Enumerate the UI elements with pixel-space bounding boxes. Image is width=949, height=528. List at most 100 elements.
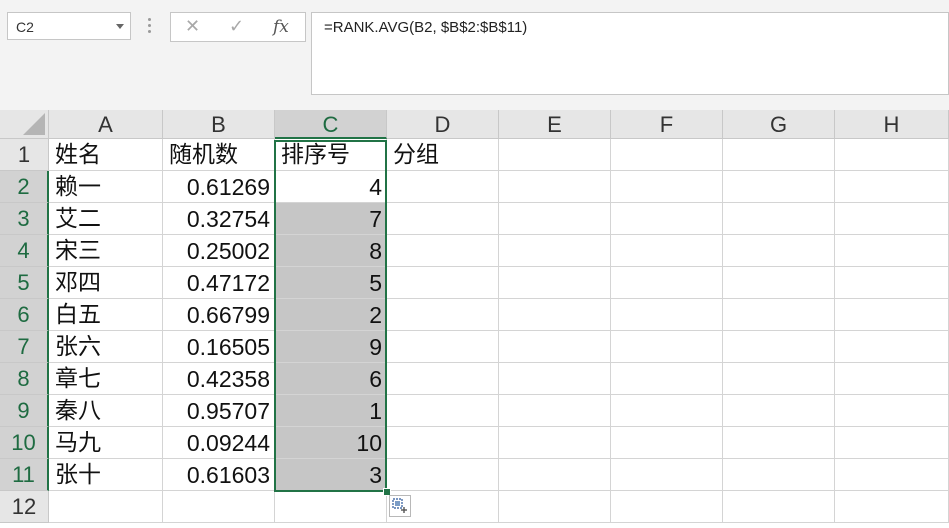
empty-cell[interactable] [163,491,275,523]
table-row-name[interactable]: 邓四 [49,267,163,299]
empty-cell[interactable] [499,203,611,235]
empty-cell[interactable] [387,331,499,363]
name-box[interactable]: C2 [7,12,131,40]
empty-cell[interactable] [611,363,723,395]
row-header-9[interactable]: 9 [0,395,49,427]
empty-cell[interactable] [611,331,723,363]
row-header-4[interactable]: 4 [0,235,49,267]
row-header-12[interactable]: 12 [0,491,49,523]
empty-cell[interactable] [835,491,949,523]
column-header-e[interactable]: E [499,110,611,139]
empty-cell[interactable] [499,395,611,427]
table-row-rank[interactable]: 3 [275,459,387,491]
table-row-name[interactable]: 秦八 [49,395,163,427]
empty-cell[interactable] [499,235,611,267]
table-row-rank[interactable]: 6 [275,363,387,395]
cell-d1[interactable]: 分组 [387,139,499,171]
empty-cell[interactable] [835,267,949,299]
empty-cell[interactable] [499,267,611,299]
empty-cell[interactable] [723,267,835,299]
empty-cell[interactable] [499,491,611,523]
row-header-3[interactable]: 3 [0,203,49,235]
column-header-a[interactable]: A [49,110,163,139]
column-header-g[interactable]: G [723,110,835,139]
table-row-rand[interactable]: 0.61603 [163,459,275,491]
empty-cell[interactable] [723,363,835,395]
table-row-name[interactable]: 宋三 [49,235,163,267]
empty-cell[interactable] [835,331,949,363]
cell-h1[interactable] [835,139,949,171]
empty-cell[interactable] [835,299,949,331]
table-row-rand[interactable]: 0.42358 [163,363,275,395]
empty-cell[interactable] [611,427,723,459]
empty-cell[interactable] [387,427,499,459]
empty-cell[interactable] [723,171,835,203]
column-header-h[interactable]: H [835,110,949,139]
empty-cell[interactable] [611,491,723,523]
empty-cell[interactable] [611,459,723,491]
table-row-name[interactable]: 白五 [49,299,163,331]
cell-a1[interactable]: 姓名 [49,139,163,171]
table-row-rand[interactable]: 0.16505 [163,331,275,363]
empty-cell[interactable] [723,299,835,331]
row-header-5[interactable]: 5 [0,267,49,299]
table-row-name[interactable]: 艾二 [49,203,163,235]
empty-cell[interactable] [387,267,499,299]
row-header-7[interactable]: 7 [0,331,49,363]
empty-cell[interactable] [723,203,835,235]
empty-cell[interactable] [387,235,499,267]
table-row-rand[interactable]: 0.47172 [163,267,275,299]
empty-cell[interactable] [835,427,949,459]
empty-cell[interactable] [49,491,163,523]
empty-cell[interactable] [499,171,611,203]
chevron-down-icon[interactable] [116,24,124,29]
row-header-6[interactable]: 6 [0,299,49,331]
empty-cell[interactable] [723,395,835,427]
empty-cell[interactable] [499,331,611,363]
table-row-rand[interactable]: 0.25002 [163,235,275,267]
column-header-d[interactable]: D [387,110,499,139]
column-header-f[interactable]: F [611,110,723,139]
quick-analysis-icon[interactable] [389,495,411,517]
table-row-name[interactable]: 张六 [49,331,163,363]
enter-icon[interactable]: ✓ [229,16,244,37]
table-row-name[interactable]: 张十 [49,459,163,491]
empty-cell[interactable] [499,363,611,395]
empty-cell[interactable] [611,171,723,203]
cell-c1[interactable]: 排序号 [275,139,387,171]
select-all-corner[interactable] [0,110,49,139]
empty-cell[interactable] [835,235,949,267]
table-row-rand[interactable]: 0.32754 [163,203,275,235]
empty-cell[interactable] [387,299,499,331]
row-header-1[interactable]: 1 [0,139,49,171]
empty-cell[interactable] [835,459,949,491]
row-header-10[interactable]: 10 [0,427,49,459]
table-row-rank[interactable]: 8 [275,235,387,267]
table-row-rank[interactable]: 10 [275,427,387,459]
table-row-name[interactable]: 马九 [49,427,163,459]
empty-cell[interactable] [835,203,949,235]
empty-cell[interactable] [723,331,835,363]
table-row-rand[interactable]: 0.95707 [163,395,275,427]
table-row-rank[interactable]: 2 [275,299,387,331]
empty-cell[interactable] [387,363,499,395]
table-row-rand[interactable]: 0.61269 [163,171,275,203]
empty-cell[interactable] [387,459,499,491]
empty-cell[interactable] [387,395,499,427]
cell-b1[interactable]: 随机数 [163,139,275,171]
table-row-name[interactable]: 章七 [49,363,163,395]
formula-input[interactable]: =RANK.AVG(B2, $B$2:$B$11) [311,12,949,95]
table-row-rank[interactable]: 1 [275,395,387,427]
empty-cell[interactable] [499,459,611,491]
empty-cell[interactable] [835,171,949,203]
cell-e1[interactable] [499,139,611,171]
table-row-rank[interactable]: 9 [275,331,387,363]
empty-cell[interactable] [611,299,723,331]
column-header-c[interactable]: C [275,110,387,139]
cell-f1[interactable] [611,139,723,171]
empty-cell[interactable] [611,235,723,267]
column-header-b[interactable]: B [163,110,275,139]
cell-g1[interactable] [723,139,835,171]
empty-cell[interactable] [723,459,835,491]
table-row-rank[interactable]: 5 [275,267,387,299]
